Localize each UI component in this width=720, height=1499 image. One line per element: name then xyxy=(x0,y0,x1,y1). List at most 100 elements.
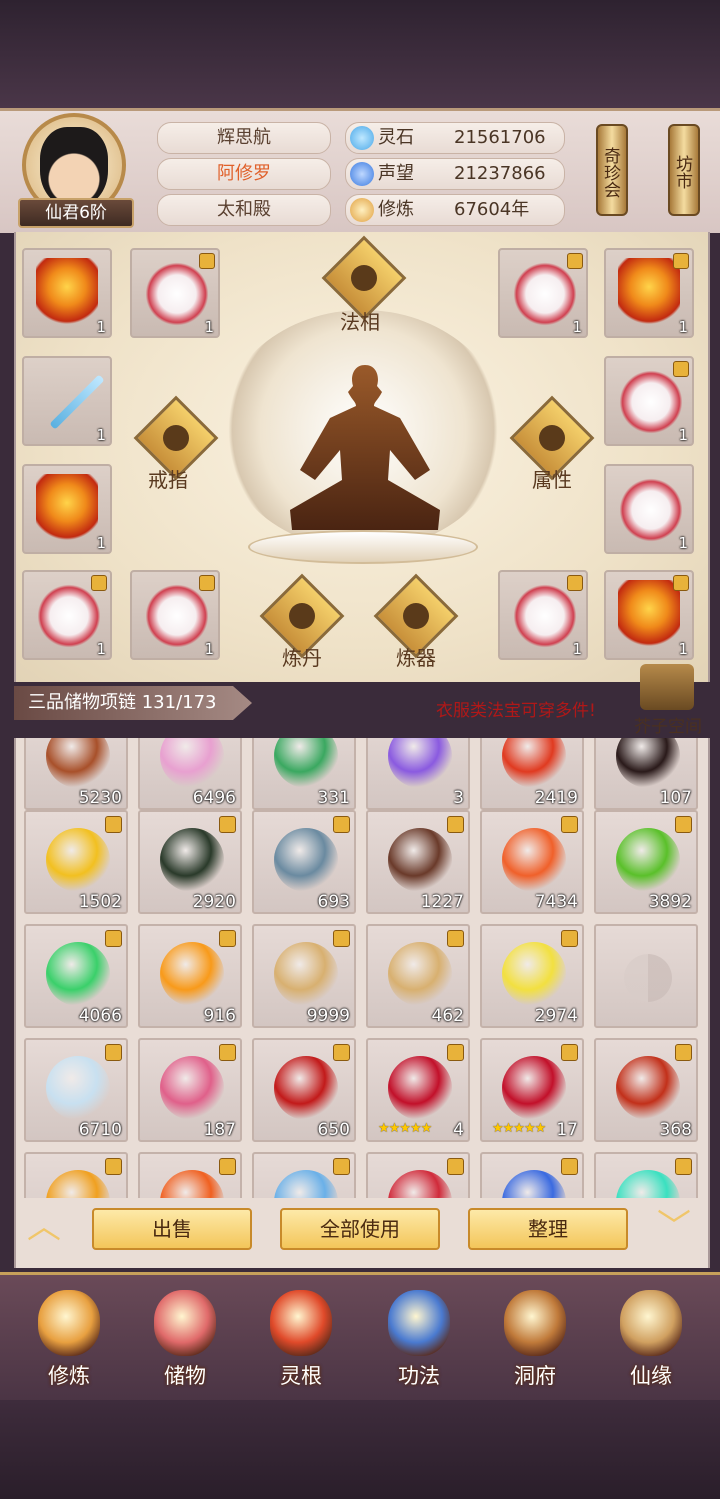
scroll-up-icon[interactable]: ︿ xyxy=(22,1210,66,1244)
lock-icon xyxy=(199,253,215,269)
stat-cultivation: 修炼 67604年 xyxy=(345,194,565,226)
lock-icon xyxy=(675,1044,692,1061)
robe-icon xyxy=(618,580,680,652)
item-icon xyxy=(502,942,566,1006)
inventory-slot[interactable]: ★★★★★ 17 xyxy=(480,1038,584,1142)
equip-hint: 衣服类法宝可穿多件! xyxy=(436,701,596,721)
item-icon xyxy=(160,1170,224,1198)
inventory-slot[interactable]: 462 xyxy=(366,924,470,1028)
item-count: 3 xyxy=(453,788,464,808)
market-button[interactable]: 坊市 xyxy=(668,124,700,216)
equip-slot[interactable]: 1 xyxy=(604,570,694,660)
inventory-slot[interactable]: 107 xyxy=(594,738,698,810)
treasure-fair-button[interactable]: 奇珍会 xyxy=(596,124,628,216)
inventory-slot[interactable]: 1502 xyxy=(24,810,128,914)
nav-spirit-root[interactable]: 灵根 xyxy=(246,1276,356,1396)
inventory-slot[interactable]: 3 xyxy=(366,738,470,810)
equip-slot[interactable]: 1 xyxy=(498,248,588,338)
inventory-slot[interactable]: 368 xyxy=(594,1038,698,1142)
inventory-slot[interactable]: 331 xyxy=(252,738,356,810)
equip-slot[interactable]: 1 xyxy=(22,356,112,446)
inventory-slot[interactable]: 4066 xyxy=(24,924,128,1028)
inventory-slot[interactable] xyxy=(24,1152,128,1198)
inventory-slot[interactable] xyxy=(594,1152,698,1198)
equip-slot[interactable]: 1 xyxy=(22,464,112,554)
lock-icon xyxy=(105,1158,122,1175)
nav-label: 仙缘 xyxy=(630,1364,672,1388)
dharma-label: 法相 xyxy=(340,310,380,334)
player-title[interactable]: 阿修罗 xyxy=(157,158,331,190)
nav-cultivate[interactable]: 修炼 xyxy=(14,1276,124,1396)
sell-button[interactable]: 出售 xyxy=(92,1208,252,1250)
nav-immortal-fate[interactable]: 仙缘 xyxy=(596,1276,706,1396)
lock-icon xyxy=(561,1044,578,1061)
item-icon xyxy=(274,738,338,788)
ring-icon xyxy=(163,425,189,451)
lock-icon xyxy=(105,816,122,833)
scroll-down-icon[interactable]: ﹀ xyxy=(652,1210,696,1244)
inventory-slot[interactable] xyxy=(594,924,698,1028)
player-location[interactable]: 太和殿 xyxy=(157,194,331,226)
inventory-slot[interactable]: 2974 xyxy=(480,924,584,1028)
nav-cave-residence[interactable]: 洞府 xyxy=(480,1276,590,1396)
item-icon xyxy=(160,942,224,1006)
equip-slot[interactable]: 1 xyxy=(498,570,588,660)
nav-technique-book[interactable]: 功法 xyxy=(364,1276,474,1396)
cave-residence-icon xyxy=(504,1290,566,1356)
item-icon xyxy=(46,738,110,788)
lock-icon xyxy=(105,1044,122,1061)
lock-icon xyxy=(219,1044,236,1061)
lock-icon xyxy=(561,930,578,947)
item-count: 6710 xyxy=(78,1120,122,1140)
equip-slot[interactable]: 1 xyxy=(22,248,112,338)
inventory-slot[interactable] xyxy=(480,1152,584,1198)
cauldron-icon xyxy=(289,603,315,629)
inventory-slot[interactable]: 693 xyxy=(252,810,356,914)
cultivation-icon xyxy=(350,198,374,222)
equip-count: 1 xyxy=(678,640,688,658)
use-all-button[interactable]: 全部使用 xyxy=(280,1208,440,1250)
mustard-space-icon[interactable] xyxy=(640,664,694,710)
inventory-slot[interactable]: 2419 xyxy=(480,738,584,810)
item-icon xyxy=(502,1056,566,1120)
lock-icon xyxy=(219,930,236,947)
inventory-slot[interactable]: 2920 xyxy=(138,810,242,914)
inventory-slot[interactable]: 650 xyxy=(252,1038,356,1142)
inventory-slot[interactable]: 187 xyxy=(138,1038,242,1142)
robe-icon xyxy=(146,258,208,330)
inventory-slot[interactable] xyxy=(252,1152,356,1198)
item-count: 462 xyxy=(431,1006,464,1026)
item-count: 368 xyxy=(659,1120,692,1140)
sort-button[interactable]: 整理 xyxy=(468,1208,628,1250)
inventory-slot[interactable]: 916 xyxy=(138,924,242,1028)
equip-count: 1 xyxy=(678,534,688,552)
inventory-slot[interactable]: 7434 xyxy=(480,810,584,914)
equip-slot[interactable]: 1 xyxy=(604,464,694,554)
item-count: 650 xyxy=(317,1120,350,1140)
inventory-slot[interactable]: 6710 xyxy=(24,1038,128,1142)
inventory-slot[interactable]: 3892 xyxy=(594,810,698,914)
inventory-slot[interactable]: 5230 xyxy=(24,738,128,810)
rank-badge: 仙君6阶 xyxy=(18,198,134,228)
inventory-slot[interactable] xyxy=(366,1152,470,1198)
nav-storage-bag[interactable]: 储物 xyxy=(130,1276,240,1396)
equip-slot[interactable]: 1 xyxy=(130,248,220,338)
inventory-slot[interactable]: ★★★★★ 4 xyxy=(366,1038,470,1142)
inventory-slot[interactable]: 9999 xyxy=(252,924,356,1028)
inventory-slot[interactable] xyxy=(138,1152,242,1198)
inventory-slot[interactable]: 1227 xyxy=(366,810,470,914)
equip-slot[interactable]: 1 xyxy=(22,570,112,660)
lock-icon xyxy=(219,816,236,833)
equip-slot[interactable]: 1 xyxy=(130,570,220,660)
lock-icon xyxy=(333,816,350,833)
item-count: 2920 xyxy=(192,892,236,912)
lock-icon xyxy=(673,253,689,269)
equip-slot[interactable]: 1 xyxy=(604,248,694,338)
item-count: 9999 xyxy=(306,1006,350,1026)
mustard-space-label[interactable]: 芥子空间 xyxy=(634,712,702,737)
meditation-icon xyxy=(351,265,377,291)
lock-icon xyxy=(91,575,107,591)
equip-slot[interactable]: 1 xyxy=(604,356,694,446)
meditation-silhouette xyxy=(290,365,440,530)
inventory-slot[interactable]: 6496 xyxy=(138,738,242,810)
